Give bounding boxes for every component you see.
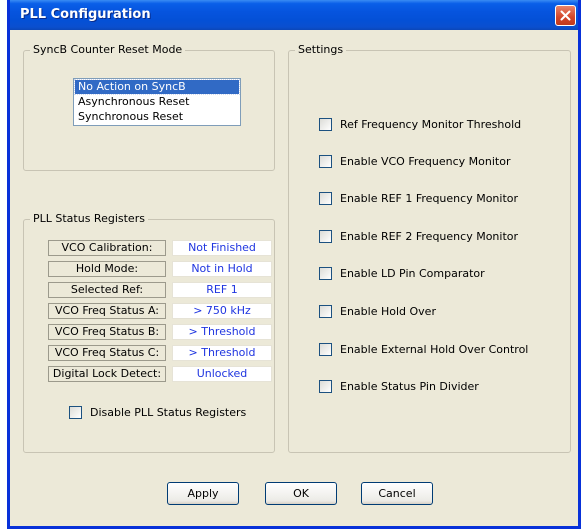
checkbox-label: Disable PLL Status Registers xyxy=(90,406,247,419)
status-value: Not Finished xyxy=(172,240,272,256)
checkbox-label: Enable External Hold Over Control xyxy=(340,343,529,356)
checkbox-box[interactable] xyxy=(319,343,332,356)
status-label: VCO Freq Status A: xyxy=(48,303,166,319)
window-title: PLL Configuration xyxy=(20,7,151,22)
status-label: Selected Ref: xyxy=(48,282,166,298)
apply-button[interactable]: Apply xyxy=(167,482,239,505)
title-bar[interactable]: PLL Configuration xyxy=(10,0,578,30)
status-label: VCO Freq Status C: xyxy=(48,345,166,361)
checkbox-box[interactable] xyxy=(319,305,332,318)
status-label: Hold Mode: xyxy=(48,261,166,277)
checkbox-box[interactable] xyxy=(319,118,332,131)
status-value: > Threshold xyxy=(172,324,272,340)
close-icon xyxy=(560,10,571,21)
checkbox-box[interactable] xyxy=(69,406,82,419)
checkbox-box[interactable] xyxy=(319,267,332,280)
status-label: VCO Calibration: xyxy=(48,240,166,256)
checkbox-label: Enable Hold Over xyxy=(340,305,436,318)
checkbox-label: Enable Status Pin Divider xyxy=(340,380,479,393)
status-value: > Threshold xyxy=(172,345,272,361)
ok-button[interactable]: OK xyxy=(265,482,337,505)
syncb-group-label: SyncB Counter Reset Mode xyxy=(30,43,186,56)
cancel-button[interactable]: Cancel xyxy=(361,482,433,505)
status-label: Digital Lock Detect: xyxy=(48,366,166,382)
syncb-mode-listbox[interactable]: No Action on SyncB Asynchronous Reset Sy… xyxy=(73,78,241,126)
checkbox-label: Enable LD Pin Comparator xyxy=(340,267,485,280)
checkbox-box[interactable] xyxy=(319,380,332,393)
close-button[interactable] xyxy=(555,5,576,26)
pll-configuration-window: PLL Configuration SyncB Counter Reset Mo… xyxy=(7,0,581,529)
checkbox-label: Enable REF 2 Frequency Monitor xyxy=(340,230,519,243)
status-value: Not in Hold xyxy=(172,261,272,277)
status-group-label: PLL Status Registers xyxy=(30,212,148,225)
status-label: VCO Freq Status B: xyxy=(48,324,166,340)
checkbox-label: Enable VCO Frequency Monitor xyxy=(340,155,511,168)
status-value: Unlocked xyxy=(172,366,272,382)
list-item-asynchronous-reset[interactable]: Asynchronous Reset xyxy=(75,95,239,109)
list-item-synchronous-reset[interactable]: Synchronous Reset xyxy=(75,110,239,124)
checkbox-label: Ref Frequency Monitor Threshold xyxy=(340,118,522,131)
status-value: REF 1 xyxy=(172,282,272,298)
list-item-no-action[interactable]: No Action on SyncB xyxy=(74,79,240,95)
checkbox-box[interactable] xyxy=(319,192,332,205)
status-value: > 750 kHz xyxy=(172,303,272,319)
settings-group-label: Settings xyxy=(295,43,347,56)
checkbox-box[interactable] xyxy=(319,230,332,243)
checkbox-box[interactable] xyxy=(319,155,332,168)
checkbox-label: Enable REF 1 Frequency Monitor xyxy=(340,192,519,205)
